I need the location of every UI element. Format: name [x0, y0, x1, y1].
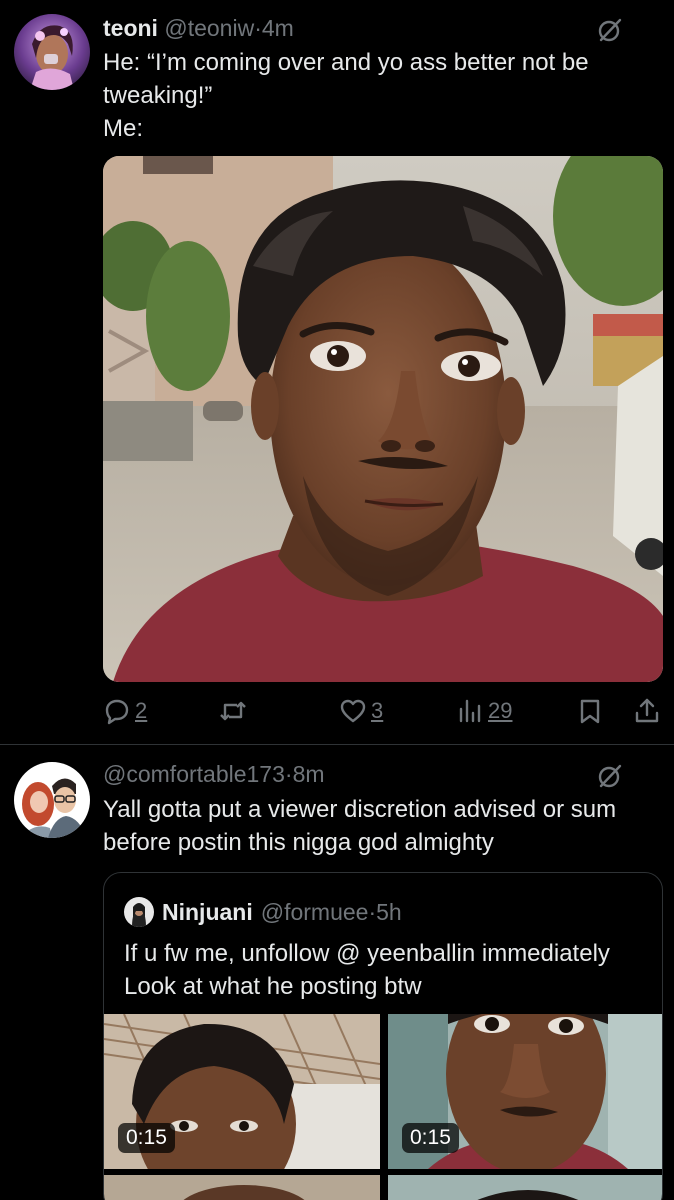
tweet-text: He: “I’m coming over and yo ass better n… — [103, 46, 589, 145]
tweet-text-line: Me: — [103, 115, 144, 142]
display-name[interactable]: Ninjuani — [162, 899, 253, 926]
timestamp[interactable]: 4m — [262, 15, 294, 41]
tweet-text: Yall gotta put a viewer discretion advis… — [103, 793, 616, 859]
reply-icon — [105, 699, 129, 725]
retweet-icon — [220, 701, 246, 721]
handle[interactable]: @teoniw — [164, 15, 254, 41]
tweet-teoni[interactable]: teoni @teoniw·4m He: “I’m coming over an… — [0, 0, 674, 744]
avatar[interactable] — [14, 762, 90, 838]
grok-icon[interactable] — [597, 17, 623, 43]
tweet-text-line: tweaking!” — [103, 82, 213, 109]
share-icon — [635, 698, 659, 723]
views-count[interactable]: 29 — [488, 698, 512, 724]
separator: · — [254, 15, 262, 41]
display-name[interactable]: teoni — [103, 15, 158, 41]
tweet-text-line: before postin this nigga god almighty — [103, 829, 494, 856]
quote-text: If u fw me, unfollow @ yeenballin immedi… — [124, 937, 610, 1003]
grok-icon[interactable] — [597, 763, 623, 789]
avatar[interactable] — [14, 14, 90, 90]
video-thumbnail[interactable] — [104, 1175, 380, 1200]
tweet-text-line: Yall gotta put a viewer discretion advis… — [103, 796, 617, 823]
bookmark-button[interactable] — [577, 694, 603, 728]
quote-text-line: Look at what he posting btw — [124, 973, 422, 1000]
action-bar: 2 3 29 — [103, 694, 663, 728]
timestamp[interactable]: 5h — [376, 899, 402, 925]
tweet-header: teoni @teoniw·4m — [103, 15, 294, 42]
share-button[interactable] — [633, 694, 661, 728]
retweet-button[interactable] — [218, 694, 248, 728]
video-duration: 0:15 — [118, 1123, 175, 1153]
avatar[interactable] — [124, 897, 154, 927]
like-button[interactable]: 3 — [339, 694, 383, 728]
reply-count[interactable]: 2 — [135, 698, 147, 724]
video-thumbnail[interactable]: 0:15 — [388, 1014, 662, 1169]
video-thumbnail[interactable] — [388, 1175, 662, 1200]
views-button[interactable]: 29 — [456, 694, 512, 728]
like-count[interactable]: 3 — [371, 698, 383, 724]
separator: · — [368, 898, 377, 925]
handle[interactable]: @formuee — [261, 899, 369, 925]
handle[interactable]: @comfortable173 — [103, 761, 285, 787]
views-icon — [459, 699, 481, 723]
heart-icon — [340, 699, 366, 723]
quoted-tweet[interactable]: Ninjuani @formuee·5h If u fw me, unfollo… — [103, 872, 663, 1200]
timestamp[interactable]: 8m — [293, 761, 325, 787]
bookmark-icon — [580, 699, 600, 724]
separator: · — [284, 761, 293, 787]
tweet-text-line: He: “I’m coming over and yo ass better n… — [103, 49, 589, 76]
video-duration: 0:15 — [402, 1123, 459, 1153]
tweet-header: @comfortable173·8m — [103, 761, 325, 788]
quote-text-line: If u fw me, unfollow @ yeenballin immedi… — [124, 940, 610, 967]
tweet-image[interactable] — [103, 156, 663, 682]
reply-button[interactable]: 2 — [103, 694, 147, 728]
video-thumbnail[interactable]: 0:15 — [104, 1014, 380, 1169]
quote-header: Ninjuani @formuee·5h — [124, 897, 402, 927]
